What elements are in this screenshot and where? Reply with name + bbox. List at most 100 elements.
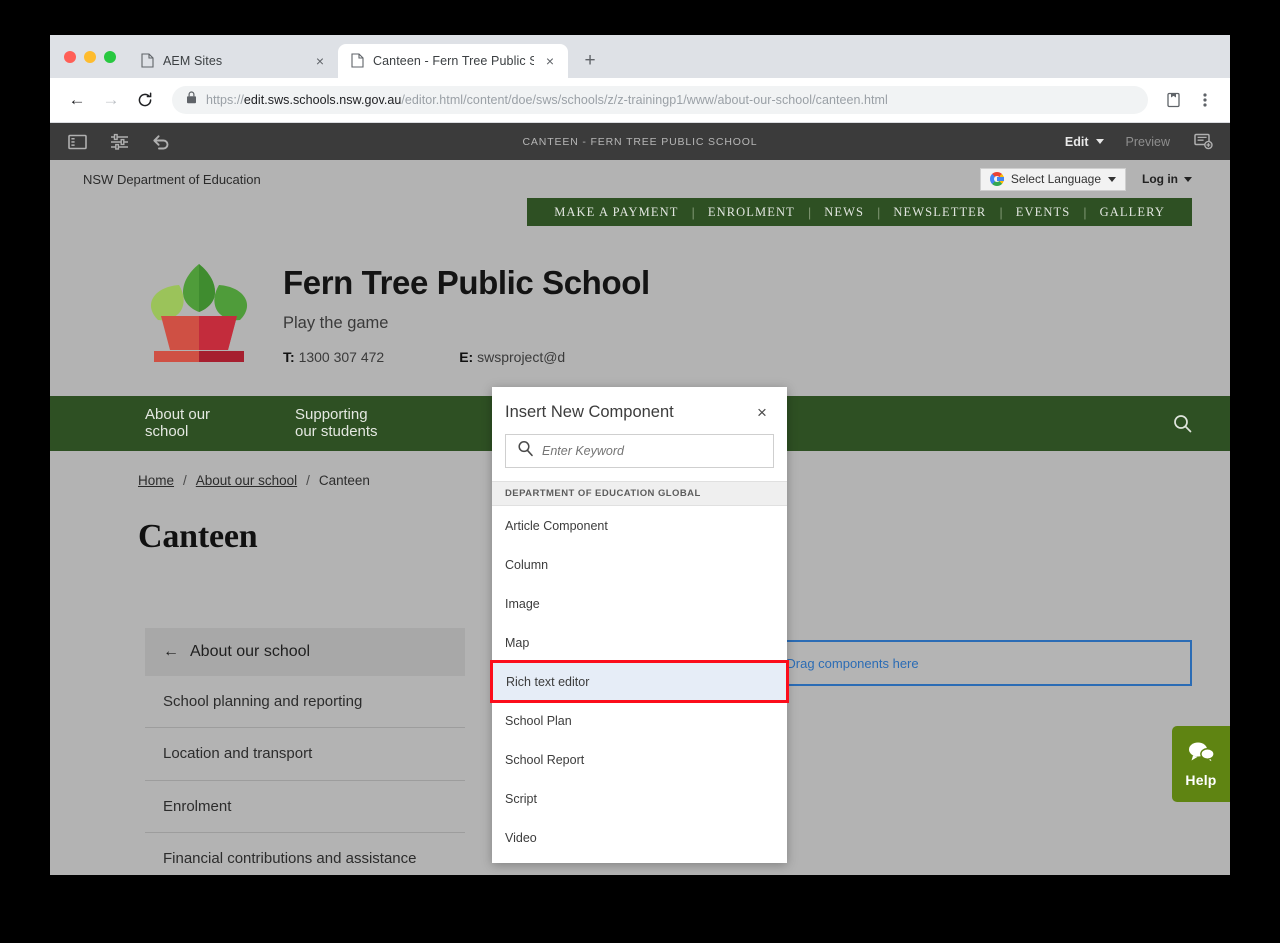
- browser-toolbar: ← → https://edit.sws.schools.nsw.gov.au/…: [50, 78, 1230, 123]
- browser-tab-canteen[interactable]: Canteen - Fern Tree Public Sch ×: [338, 44, 568, 78]
- aem-toolbar-right: Edit Preview: [1065, 131, 1214, 153]
- email-value: swsproject@d: [477, 348, 566, 365]
- google-icon: [989, 172, 1004, 186]
- search-icon: [517, 440, 534, 462]
- language-selector[interactable]: Select Language: [979, 167, 1126, 191]
- component-item-image[interactable]: Image: [492, 584, 787, 623]
- aem-editor-toolbar: CANTEEN - FERN TREE PUBLIC SCHOOL Edit P…: [50, 123, 1230, 160]
- tab-title: Canteen - Fern Tree Public Sch: [373, 54, 534, 68]
- help-button[interactable]: Help: [1172, 726, 1230, 802]
- chevron-down-icon: [1108, 176, 1116, 182]
- quicklinks-wrapper: MAKE A PAYMENT | ENROLMENT | NEWS | NEWS…: [50, 198, 1230, 226]
- component-item-school-plan[interactable]: School Plan: [492, 701, 787, 740]
- reading-list-icon[interactable]: [1160, 87, 1186, 113]
- preview-button[interactable]: Preview: [1126, 135, 1170, 149]
- breadcrumb-home[interactable]: Home: [138, 473, 174, 488]
- close-tab-icon[interactable]: ×: [312, 53, 328, 69]
- school-tagline: Play the game: [283, 313, 389, 332]
- component-group-label: DEPARTMENT OF EDUCATION GLOBAL: [492, 481, 787, 506]
- component-list: Article Component Column Image Map Rich …: [490, 506, 789, 863]
- sidebar-item-enrolment[interactable]: Enrolment: [145, 781, 465, 833]
- phone-label: T:: [283, 348, 295, 365]
- breadcrumb-current: Canteen: [318, 473, 370, 488]
- quicklink-enrolment[interactable]: ENROLMENT: [695, 205, 808, 220]
- arrow-left-icon: ←: [163, 643, 179, 660]
- edit-mode-label: Edit: [1064, 134, 1089, 149]
- toolbar-actions: [1160, 87, 1218, 113]
- site-page: NSW Department of Education Select Langu…: [50, 160, 1230, 875]
- school-header: Fern Tree Public School Play the game T:…: [50, 226, 1230, 396]
- search-input[interactable]: [542, 444, 762, 458]
- sidebar-panel-icon[interactable]: [66, 131, 88, 153]
- breadcrumb-separator: /: [183, 473, 187, 488]
- login-menu[interactable]: Log in: [1142, 172, 1192, 186]
- dialog-header: Insert New Component ×: [492, 387, 787, 434]
- lock-icon: [186, 91, 197, 109]
- breadcrumb-separator: /: [306, 473, 310, 488]
- edit-mode-selector[interactable]: Edit: [1065, 135, 1104, 149]
- chevron-down-icon: [1095, 139, 1104, 144]
- sidebar-item-financial-contributions[interactable]: Financial contributions and assistance: [145, 833, 465, 875]
- school-contact: T: 1300 307 472 E: swsproject@d: [283, 349, 650, 365]
- close-window-button[interactable]: [64, 50, 76, 63]
- school-name: Fern Tree Public School: [283, 264, 650, 301]
- email-label: E:: [459, 348, 474, 365]
- page-properties-icon[interactable]: [108, 131, 130, 153]
- component-item-script[interactable]: Script: [492, 779, 787, 818]
- breadcrumb-about-our-school[interactable]: About our school: [196, 473, 297, 488]
- aem-page-title: CANTEEN - FERN TREE PUBLIC SCHOOL: [522, 135, 758, 148]
- forward-button[interactable]: →: [96, 85, 126, 115]
- component-item-rich-text-editor[interactable]: Rich text editor: [490, 660, 789, 703]
- browser-tab-aem-sites[interactable]: AEM Sites ×: [128, 44, 338, 78]
- annotate-icon[interactable]: [1192, 131, 1214, 153]
- browser-menu-icon[interactable]: [1192, 87, 1218, 113]
- search-icon[interactable]: [1173, 414, 1192, 433]
- school-identity: Fern Tree Public School Play the game T:…: [283, 256, 650, 365]
- browser-tab-strip: AEM Sites × Canteen - Fern Tree Public S…: [50, 35, 1230, 78]
- login-label: Log in: [1142, 172, 1178, 186]
- component-item-map[interactable]: Map: [492, 623, 787, 662]
- language-label: Select Language: [1010, 172, 1101, 186]
- component-item-video[interactable]: Video: [492, 818, 787, 857]
- nav-item-supporting-our-students[interactable]: Supporting our students: [295, 406, 445, 441]
- tab-title: AEM Sites: [163, 54, 223, 68]
- back-button[interactable]: ←: [62, 85, 92, 115]
- chevron-down-icon: [1184, 176, 1192, 182]
- sidebar-header-label: About our school: [190, 643, 311, 660]
- site-utility-bar: NSW Department of Education Select Langu…: [50, 160, 1230, 198]
- maximize-window-button[interactable]: [104, 50, 116, 63]
- component-item-article-component[interactable]: Article Component: [492, 506, 787, 545]
- component-item-school-report[interactable]: School Report: [492, 740, 787, 779]
- undo-icon[interactable]: [150, 131, 172, 153]
- email: E: swsproject@d: [459, 349, 565, 365]
- sidebar-item-location-and-transport[interactable]: Location and transport: [145, 728, 465, 781]
- reload-button[interactable]: [130, 85, 160, 115]
- phone: T: 1300 307 472: [283, 349, 384, 365]
- quicklink-make-a-payment[interactable]: MAKE A PAYMENT: [541, 205, 691, 220]
- close-tab-icon[interactable]: ×: [542, 53, 558, 69]
- sidebar-item-about-our-school[interactable]: ← About our school: [145, 628, 465, 676]
- aem-toolbar-left: [66, 131, 172, 153]
- nav-item-about-our-school[interactable]: About our school: [145, 406, 295, 441]
- quicklink-events[interactable]: EVENTS: [1003, 205, 1084, 220]
- school-logo-icon: [145, 256, 253, 368]
- new-tab-button[interactable]: +: [576, 47, 604, 75]
- department-label: NSW Department of Education: [83, 171, 261, 187]
- component-item-column[interactable]: Column: [492, 545, 787, 584]
- quicklink-newsletter[interactable]: NEWSLETTER: [880, 205, 999, 220]
- quicklink-gallery[interactable]: GALLERY: [1087, 205, 1178, 220]
- chat-bubbles-icon: [1187, 741, 1215, 768]
- quicklinks-bar: MAKE A PAYMENT | ENROLMENT | NEWS | NEWS…: [527, 198, 1192, 226]
- insert-new-component-dialog: Insert New Component × DEPARTMENT OF EDU…: [490, 387, 789, 863]
- address-bar[interactable]: https://edit.sws.schools.nsw.gov.au/edit…: [172, 86, 1148, 114]
- page-icon: [141, 53, 155, 69]
- page-icon: [351, 53, 365, 69]
- url-text: https://edit.sws.schools.nsw.gov.au/edit…: [206, 93, 888, 107]
- minimize-window-button[interactable]: [84, 50, 96, 63]
- component-search-field[interactable]: [505, 434, 774, 468]
- sidebar-item-school-planning-and-reporting[interactable]: School planning and reporting: [145, 676, 465, 729]
- quicklink-news[interactable]: NEWS: [811, 205, 877, 220]
- utility-actions: Select Language Log in: [979, 167, 1192, 191]
- window-controls: [60, 35, 128, 78]
- close-icon[interactable]: ×: [753, 404, 771, 422]
